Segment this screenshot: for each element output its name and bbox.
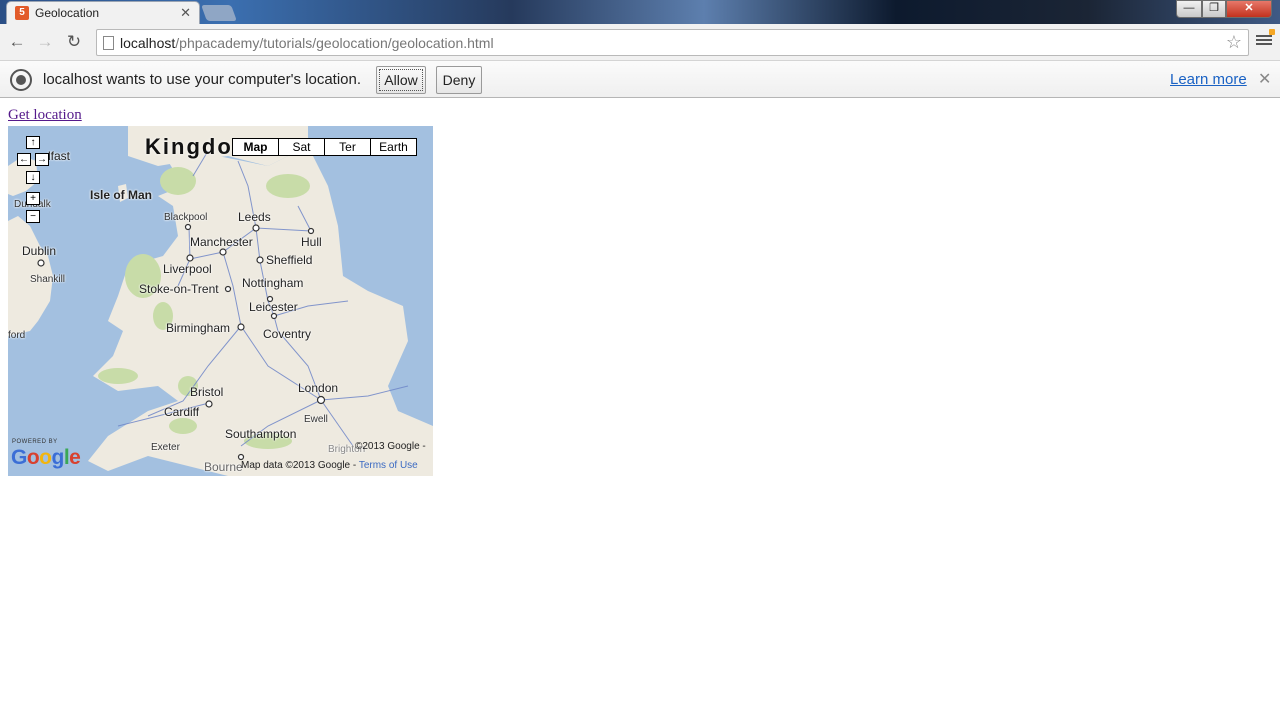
html5-favicon-icon: 5 (15, 6, 29, 20)
zoom-in-icon[interactable]: + (26, 192, 40, 205)
map-terrain (8, 126, 433, 476)
infobar-close-icon[interactable]: ✕ (1258, 69, 1271, 89)
page-icon (103, 36, 114, 50)
city-label-birmingham: Birmingham (166, 321, 231, 335)
tab-close-icon[interactable]: ✕ (180, 5, 191, 21)
infobar-message: localhost wants to use your computer's l… (43, 71, 362, 88)
zoom-out-icon[interactable]: − (26, 210, 40, 223)
city-label-coventry: Coventry (263, 327, 312, 341)
city-label-belfast: lfast (48, 149, 71, 163)
city-label-cardiff: Cardiff (164, 405, 200, 419)
reload-icon[interactable]: ↻ (64, 32, 84, 52)
city-label-london: London (298, 381, 339, 395)
city-label-bournemouth: Bourne (204, 460, 243, 474)
update-badge-icon (1269, 29, 1275, 35)
tab-title: Geolocation (35, 6, 100, 20)
map-type-control: Map Sat Ter Earth (232, 138, 417, 156)
pan-right-icon[interactable]: → (35, 153, 49, 166)
google-map[interactable]: Kingdo lfast Isle of Man Blackpool Leeds… (8, 126, 433, 476)
browser-tab[interactable]: 5 Geolocation ✕ (6, 1, 200, 24)
map-type-map-button[interactable]: Map (232, 138, 279, 156)
maximize-button[interactable]: ❐ (1202, 0, 1226, 18)
city-label-liverpool: Liverpool (163, 262, 212, 276)
city-label-ford: ford (8, 330, 26, 341)
powered-by-label: POWERED BY (12, 439, 58, 445)
city-label-ewell: Ewell (304, 414, 328, 425)
map-copyright: ©2013 Google - (355, 441, 426, 452)
pan-down-icon[interactable]: ↓ (26, 171, 40, 184)
city-label-manchester: Manchester (190, 235, 253, 249)
map-type-sat-button[interactable]: Sat (278, 138, 325, 156)
map-type-ter-button[interactable]: Ter (324, 138, 371, 156)
city-label-stoke: Stoke-on-Trent (139, 282, 219, 296)
city-label-sheffield: Sheffield (266, 253, 313, 267)
city-label-leeds: Leeds (238, 210, 271, 224)
close-window-button[interactable]: ✕ (1226, 0, 1272, 18)
city-label-southampton: Southampton (225, 427, 297, 441)
terms-of-use-link[interactable]: Terms of Use (359, 460, 418, 471)
city-label-dublin: Dublin (22, 244, 57, 258)
minimize-button[interactable]: — (1176, 0, 1202, 18)
bookmark-star-icon[interactable]: ☆ (1226, 32, 1242, 53)
city-label-shankill: Shankill (30, 274, 66, 285)
city-label-isle-of-man: Isle of Man (90, 188, 153, 202)
city-label-exeter: Exeter (151, 442, 180, 453)
browser-toolbar: ← → ↻ localhost/phpacademy/tutorials/geo… (0, 24, 1280, 61)
google-logo[interactable]: Google (11, 446, 81, 470)
location-target-icon (10, 69, 32, 91)
new-tab-button[interactable] (201, 5, 237, 21)
city-label-nottingham: Nottingham (242, 276, 304, 290)
pan-left-icon[interactable]: ← (17, 153, 31, 166)
map-data-attribution: Map data ©2013 Google - Terms of Use (241, 460, 418, 471)
forward-arrow-icon[interactable]: → (35, 32, 55, 52)
allow-button[interactable]: Allow (376, 66, 426, 94)
city-label-leicester: Leicester (249, 300, 298, 314)
city-label-hull: Hull (301, 235, 322, 249)
window-titlebar: 5 Geolocation ✕ — ❐ ✕ (0, 0, 1280, 24)
geolocation-infobar: localhost wants to use your computer's l… (0, 61, 1280, 98)
address-bar[interactable]: localhost/phpacademy/tutorials/geolocati… (96, 29, 1249, 56)
get-location-link[interactable]: Get location (8, 107, 82, 124)
city-label-bristol: Bristol (190, 385, 224, 399)
back-arrow-icon[interactable]: ← (7, 32, 27, 52)
url-text[interactable]: localhost/phpacademy/tutorials/geolocati… (120, 35, 494, 51)
city-label-blackpool: Blackpool (164, 212, 208, 223)
country-label: Kingdo (145, 134, 233, 159)
pan-up-icon[interactable]: ↑ (26, 136, 40, 149)
learn-more-link[interactable]: Learn more (1170, 71, 1247, 88)
deny-button[interactable]: Deny (436, 66, 482, 94)
map-type-earth-button[interactable]: Earth (370, 138, 417, 156)
chrome-menu-icon[interactable] (1256, 33, 1272, 49)
